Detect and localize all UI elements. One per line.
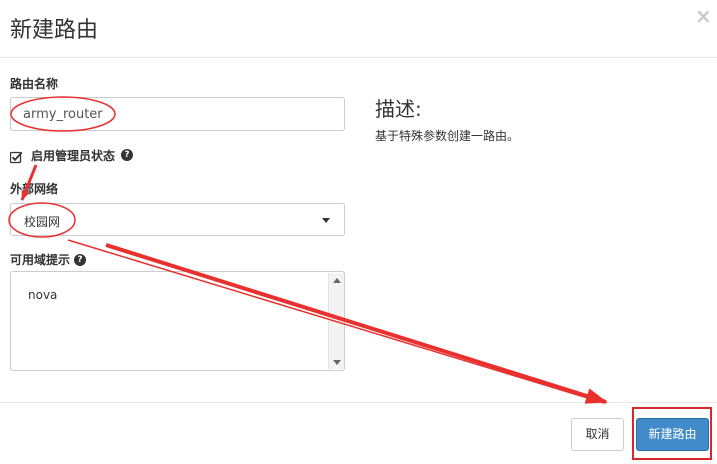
close-icon[interactable]: × <box>695 6 712 26</box>
help-icon[interactable]: ? <box>74 253 87 266</box>
description-text: 基于特殊参数创建一路由。 <box>375 129 520 143</box>
chevron-down-icon <box>322 218 330 223</box>
modal-title: 新建路由 <box>10 18 99 43</box>
cancel-button[interactable]: 取消 <box>571 418 624 451</box>
admin-state-checkbox-row[interactable]: 启用管理员状态 ? <box>9 147 134 163</box>
scroll-down-icon[interactable] <box>333 360 341 365</box>
external-network-value: 校园网 <box>24 215 61 229</box>
admin-state-label: 启用管理员状态 <box>31 148 116 163</box>
availability-zone-label-row: 可用域提示 ? <box>10 251 87 268</box>
external-network-label: 外部网络 <box>10 182 59 196</box>
help-icon[interactable]: ? <box>121 149 134 161</box>
router-name-input[interactable] <box>10 97 345 131</box>
modal-header: 新建路由 × <box>0 0 717 58</box>
create-router-button[interactable]: 新建路由 <box>636 418 709 451</box>
router-name-label: 路由名称 <box>10 77 59 91</box>
scrollbar[interactable] <box>328 273 344 369</box>
external-network-select[interactable]: 校园网 <box>10 203 345 236</box>
checkbox-checked-icon[interactable] <box>9 149 23 163</box>
scroll-up-icon[interactable] <box>333 278 341 283</box>
create-router-modal: 新建路由 × 路由名称 启用管理员状态 ? 外部网络 校园网 可用域提示 ? n… <box>0 0 717 464</box>
availability-zone-listbox[interactable]: nova <box>10 271 345 371</box>
availability-zone-label: 可用域提示 <box>10 253 71 267</box>
description-title: 描述: <box>375 97 422 121</box>
availability-zone-option[interactable]: nova <box>28 288 57 302</box>
